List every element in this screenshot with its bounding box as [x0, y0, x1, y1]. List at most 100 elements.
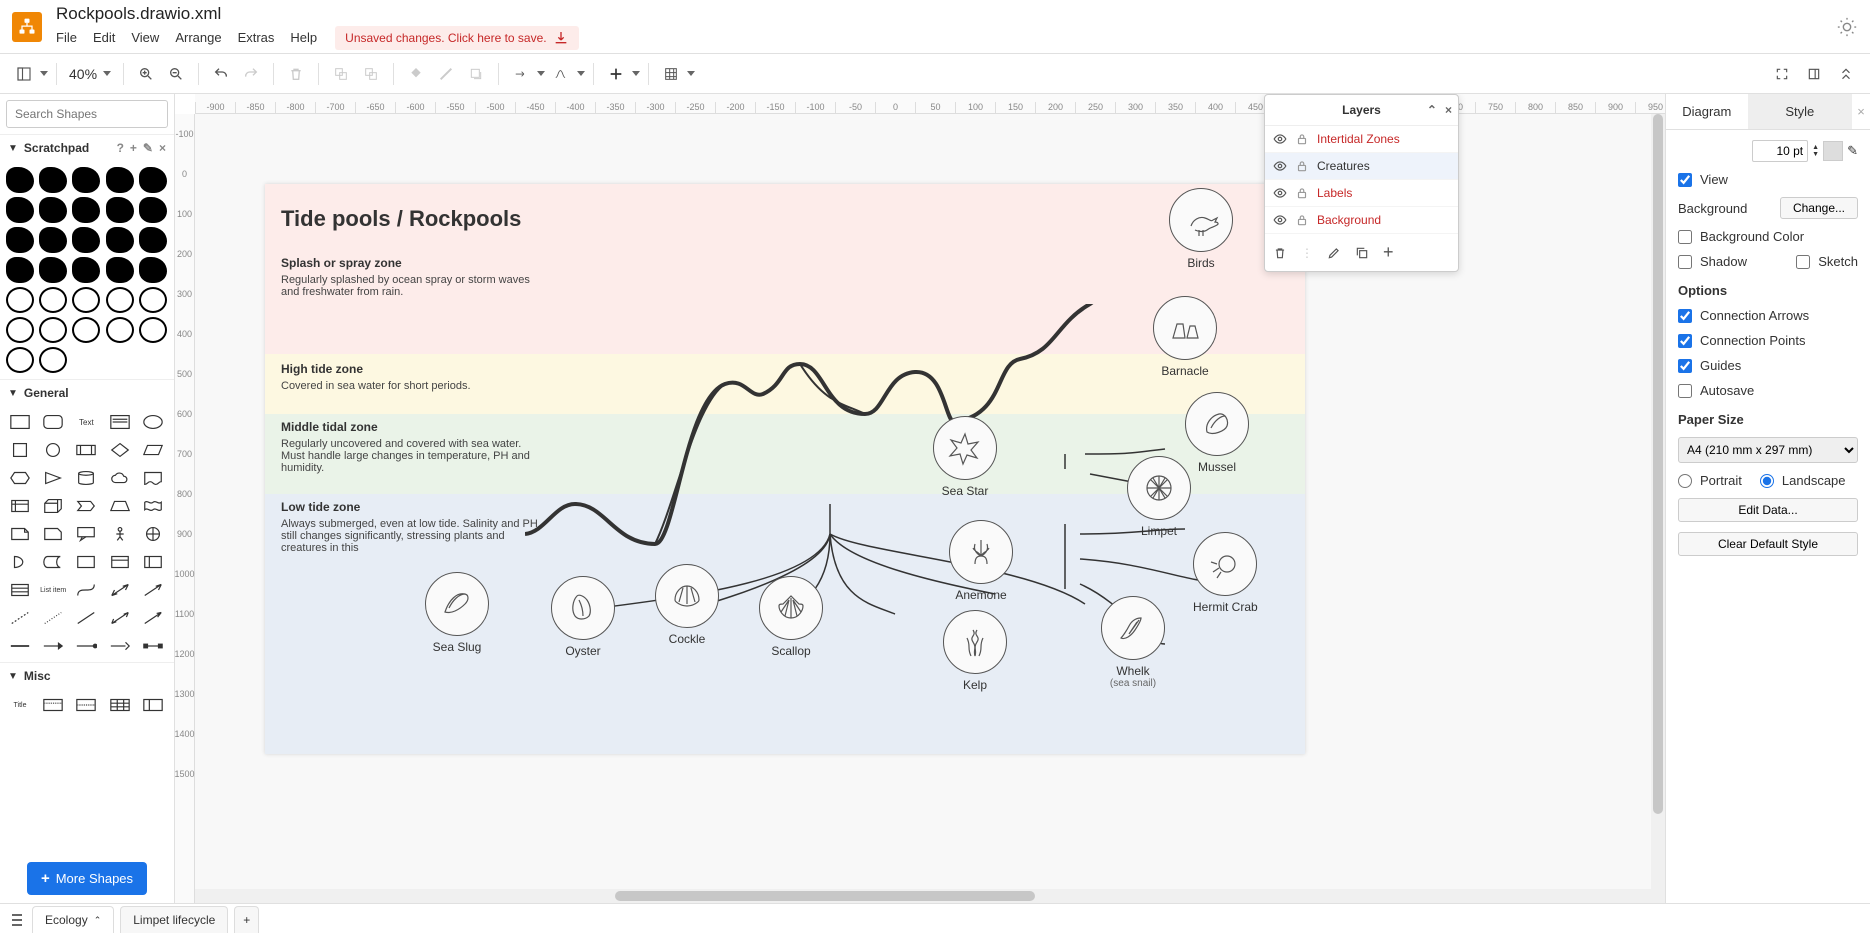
menu-file[interactable]: File — [56, 28, 85, 47]
shape-rounded[interactable] — [39, 410, 67, 434]
shape-diamond[interactable] — [106, 438, 134, 462]
edit-data-button[interactable]: Edit Data... — [1678, 498, 1858, 522]
creature-mussel[interactable]: Mussel — [1185, 392, 1249, 474]
autosave-checkbox[interactable] — [1678, 384, 1692, 398]
shape-card[interactable] — [39, 522, 67, 546]
add-page-button[interactable]: + — [234, 906, 259, 933]
shape-link[interactable] — [6, 634, 34, 658]
shadow-button[interactable] — [462, 60, 490, 88]
shape-data-storage[interactable] — [39, 550, 67, 574]
creature-cockle[interactable]: Cockle — [655, 564, 719, 646]
scratch-shape[interactable] — [39, 347, 67, 373]
diagram-title[interactable]: Tide pools / Rockpools — [281, 206, 521, 232]
visibility-icon[interactable] — [1273, 213, 1287, 227]
scratch-shape[interactable] — [72, 317, 100, 343]
tab-style[interactable]: Style — [1748, 94, 1852, 129]
misc-header[interactable]: ▼Misc — [0, 663, 174, 689]
layers-panel-header[interactable]: Layers ⌃ × — [1265, 95, 1458, 126]
shape-tape[interactable] — [139, 494, 167, 518]
scratchpad-header[interactable]: ▼Scratchpad ? + ✎ × — [0, 135, 174, 161]
shape-process[interactable] — [72, 438, 100, 462]
scratch-shape[interactable] — [72, 227, 100, 253]
shape-link3[interactable] — [72, 634, 100, 658]
connection-arrows-checkbox[interactable] — [1678, 309, 1692, 323]
shape-curve[interactable] — [72, 578, 100, 602]
scratch-shape[interactable] — [6, 347, 34, 373]
menu-help[interactable]: Help — [282, 28, 325, 47]
undo-button[interactable] — [207, 60, 235, 88]
sketch-checkbox[interactable] — [1796, 255, 1810, 269]
shape-trapezoid[interactable] — [106, 494, 134, 518]
shape-rectangle[interactable] — [6, 410, 34, 434]
layer-row[interactable]: Intertidal Zones — [1265, 126, 1458, 153]
change-background-button[interactable]: Change... — [1780, 197, 1858, 219]
scratch-shape[interactable] — [39, 287, 67, 313]
creature-oyster[interactable]: Oyster — [551, 576, 615, 658]
chevron-down-icon[interactable] — [577, 71, 585, 76]
scratch-shape[interactable] — [39, 167, 67, 193]
zone-text-high[interactable]: High tide zone Covered in sea water for … — [281, 362, 471, 392]
zone-text-low[interactable]: Low tide zone Always submerged, even at … — [281, 500, 541, 554]
scratch-shape[interactable] — [6, 257, 34, 283]
clear-style-button[interactable]: Clear Default Style — [1678, 532, 1858, 556]
zoom-dropdown[interactable]: 40% — [65, 62, 115, 86]
shape-link2[interactable] — [39, 634, 67, 658]
tab-diagram[interactable]: Diagram — [1666, 94, 1748, 129]
scratch-shape[interactable] — [139, 257, 167, 283]
landscape-radio[interactable] — [1760, 474, 1774, 488]
visibility-icon[interactable] — [1273, 186, 1287, 200]
shape-dotted[interactable] — [39, 606, 67, 630]
line-color-button[interactable] — [432, 60, 460, 88]
paper-size-select[interactable]: A4 (210 mm x 297 mm) — [1678, 437, 1858, 463]
creature-scallop[interactable]: Scallop — [759, 576, 823, 658]
scratch-shape[interactable] — [72, 257, 100, 283]
vertical-scrollbar[interactable] — [1651, 114, 1665, 889]
misc-shape[interactable] — [139, 693, 167, 717]
shape-internal-storage[interactable] — [6, 494, 34, 518]
shape-arrow[interactable] — [139, 578, 167, 602]
shape-dir-arrow[interactable] — [139, 606, 167, 630]
connection-points-checkbox[interactable] — [1678, 334, 1692, 348]
misc-table[interactable] — [106, 693, 134, 717]
page-view-button[interactable] — [10, 60, 38, 88]
scratch-shape[interactable] — [6, 287, 34, 313]
shape-or[interactable] — [139, 522, 167, 546]
chevron-up-icon[interactable]: ⌃ — [94, 915, 102, 926]
creature-hermit-crab[interactable]: Hermit Crab — [1193, 532, 1258, 614]
pages-menu-icon[interactable] — [8, 910, 26, 930]
scratch-shape[interactable] — [139, 227, 167, 253]
chevron-down-icon[interactable] — [687, 71, 695, 76]
close-format-icon[interactable]: × — [1852, 94, 1870, 129]
shape-triangle[interactable] — [39, 466, 67, 490]
lock-icon[interactable] — [1295, 213, 1309, 227]
page-tab-ecology[interactable]: Ecology⌃ — [32, 906, 114, 933]
background-color-checkbox[interactable] — [1678, 230, 1692, 244]
shape-text[interactable]: Text — [72, 410, 100, 434]
guides-checkbox[interactable] — [1678, 359, 1692, 373]
waypoints-button[interactable] — [547, 60, 575, 88]
zoom-in-button[interactable] — [132, 60, 160, 88]
zoom-out-button[interactable] — [162, 60, 190, 88]
chevron-down-icon[interactable] — [537, 71, 545, 76]
shape-document[interactable] — [139, 466, 167, 490]
lock-icon[interactable] — [1295, 159, 1309, 173]
delete-layer-icon[interactable] — [1273, 246, 1287, 260]
unsaved-changes-notice[interactable]: Unsaved changes. Click here to save. — [335, 26, 578, 50]
to-front-button[interactable] — [327, 60, 355, 88]
redo-button[interactable] — [237, 60, 265, 88]
shape-circle[interactable] — [39, 438, 67, 462]
document-title[interactable]: Rockpools.drawio.xml — [56, 4, 1836, 24]
scratch-shape[interactable] — [6, 317, 34, 343]
shape-textbox[interactable] — [106, 410, 134, 434]
table-button[interactable] — [657, 60, 685, 88]
theme-toggle-icon[interactable] — [1836, 16, 1858, 38]
edit-icon[interactable]: ✎ — [143, 141, 153, 155]
shape-link4[interactable] — [106, 634, 134, 658]
creature-kelp[interactable]: Kelp — [943, 610, 1007, 692]
delete-button[interactable] — [282, 60, 310, 88]
shape-actor[interactable] — [106, 522, 134, 546]
scratch-shape[interactable] — [106, 317, 134, 343]
format-panel-button[interactable] — [1800, 60, 1828, 88]
shape-container3[interactable] — [139, 550, 167, 574]
scratch-shape[interactable] — [139, 197, 167, 223]
